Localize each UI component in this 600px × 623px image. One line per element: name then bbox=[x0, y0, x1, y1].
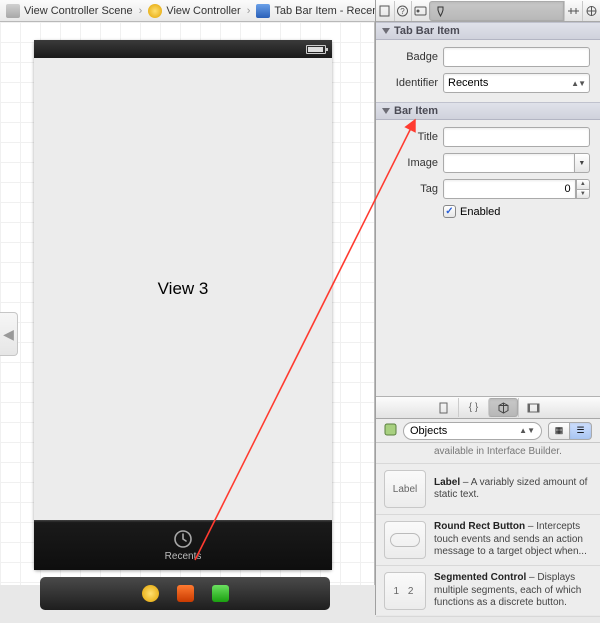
library-category-value: Objects bbox=[410, 425, 447, 437]
tab-bar-item-form: Badge Identifier Recents ▲▼ bbox=[376, 40, 600, 102]
tab-label: Recents bbox=[165, 551, 202, 562]
badge-input[interactable] bbox=[443, 47, 590, 67]
viewcontroller-dock-icon[interactable] bbox=[142, 585, 159, 602]
viewcontroller-icon bbox=[148, 4, 162, 18]
inspector-tabs: ? bbox=[376, 0, 600, 22]
exit-icon[interactable] bbox=[212, 585, 229, 602]
file-inspector-tab[interactable] bbox=[376, 1, 394, 21]
library-tabs: { } bbox=[376, 397, 600, 419]
section-tab-bar-item[interactable]: Tab Bar Item bbox=[376, 22, 600, 40]
breadcrumb-item[interactable]: Tab Bar Item - Recents bbox=[254, 3, 389, 19]
image-label: Image bbox=[386, 157, 438, 169]
size-inspector-tab[interactable] bbox=[564, 1, 582, 21]
library-category-select[interactable]: Objects ▲▼ bbox=[403, 422, 542, 440]
library-item-text: Label – A variably sized amount of stati… bbox=[434, 477, 592, 502]
tab-bar[interactable]: Recents bbox=[34, 520, 332, 570]
disclosure-triangle-icon bbox=[382, 28, 390, 34]
library-item-label[interactable]: Label Label – A variably sized amount of… bbox=[376, 464, 600, 515]
breadcrumb-label: View Controller Scene bbox=[24, 5, 133, 17]
root-view[interactable]: View 3 bbox=[34, 58, 332, 520]
identifier-value: Recents bbox=[448, 77, 488, 89]
breadcrumb-label: View Controller bbox=[166, 5, 240, 17]
updown-icon: ▲▼ bbox=[519, 426, 535, 435]
step-up[interactable]: ▲ bbox=[576, 179, 590, 189]
section-bar-item[interactable]: Bar Item bbox=[376, 102, 600, 120]
inspector-spacer bbox=[376, 227, 600, 397]
identifier-select[interactable]: Recents ▲▼ bbox=[443, 73, 590, 93]
first-responder-icon[interactable] bbox=[177, 585, 194, 602]
library-item-text: Round Rect Button – Intercepts touch eve… bbox=[434, 521, 592, 559]
image-input[interactable] bbox=[443, 153, 575, 173]
enabled-label: Enabled bbox=[460, 206, 500, 218]
object-library-tab[interactable] bbox=[488, 398, 518, 417]
badge-label: Badge bbox=[386, 51, 438, 63]
scene-dock bbox=[40, 577, 330, 610]
media-library-tab[interactable] bbox=[518, 398, 548, 417]
scene-icon bbox=[6, 4, 20, 18]
grid-view-button[interactable]: ▦ bbox=[548, 422, 570, 440]
chevron-right-icon: › bbox=[139, 5, 143, 17]
recents-icon bbox=[173, 529, 193, 549]
view-label: View 3 bbox=[158, 279, 209, 299]
tag-stepper[interactable]: ▲▼ bbox=[443, 179, 590, 199]
updown-icon: ▲▼ bbox=[571, 79, 585, 88]
library-category-icon bbox=[384, 423, 397, 439]
breadcrumb-bar: View Controller Scene › View Controller … bbox=[0, 0, 375, 22]
file-template-library-tab[interactable] bbox=[428, 398, 458, 417]
library-list[interactable]: available in Interface Builder. Label La… bbox=[376, 443, 600, 623]
tabbaritem-icon bbox=[256, 4, 270, 18]
button-thumb-icon bbox=[384, 521, 426, 559]
tag-input[interactable] bbox=[443, 179, 576, 199]
design-canvas[interactable]: ◀ View 3 Recents bbox=[0, 22, 375, 585]
section-title: Bar Item bbox=[394, 105, 438, 117]
library-header: Objects ▲▼ ▦ ☰ bbox=[376, 419, 600, 443]
help-inspector-tab[interactable]: ? bbox=[394, 1, 412, 21]
disclosure-triangle-icon bbox=[382, 108, 390, 114]
battery-icon bbox=[306, 45, 326, 54]
chevron-right-icon: › bbox=[247, 5, 251, 17]
enabled-checkbox[interactable]: ✓ bbox=[443, 205, 456, 218]
phone-preview: View 3 Recents bbox=[34, 40, 332, 570]
label-thumb-icon: Label bbox=[384, 470, 426, 508]
attributes-inspector-tab[interactable] bbox=[429, 1, 564, 21]
library-view-toggle: ▦ ☰ bbox=[548, 422, 592, 440]
breadcrumb-item[interactable]: View Controller Scene bbox=[4, 3, 135, 19]
title-input[interactable] bbox=[443, 127, 590, 147]
library-item-text: Segmented Control – Displays multiple se… bbox=[434, 572, 592, 610]
identifier-label: Identifier bbox=[386, 77, 438, 89]
library-item-button[interactable]: Round Rect Button – Intercepts touch eve… bbox=[376, 515, 600, 566]
image-combo[interactable]: ▼ bbox=[443, 153, 590, 173]
tag-label: Tag bbox=[386, 183, 438, 195]
canvas-back-button[interactable]: ◀ bbox=[0, 312, 18, 356]
identity-inspector-tab[interactable] bbox=[411, 1, 429, 21]
combo-dropdown-button[interactable]: ▼ bbox=[575, 153, 590, 173]
bar-item-form: Title Image ▼ Tag ▲▼ ✓ Enabled bbox=[376, 120, 600, 227]
breadcrumb-label: Tab Bar Item - Recents bbox=[274, 5, 387, 17]
library-item-partial: available in Interface Builder. bbox=[376, 443, 600, 464]
connections-inspector-tab[interactable] bbox=[582, 1, 600, 21]
library-item-desc: available in Interface Builder. bbox=[434, 446, 562, 457]
list-view-button[interactable]: ☰ bbox=[570, 422, 592, 440]
step-down[interactable]: ▼ bbox=[576, 189, 590, 200]
inspector-panel: ? Tab Bar Item Badge Identifier Recents … bbox=[375, 0, 600, 615]
svg-text:?: ? bbox=[401, 7, 406, 16]
statusbar bbox=[34, 40, 332, 58]
segmented-thumb-icon: 1 2 bbox=[384, 572, 426, 610]
section-title: Tab Bar Item bbox=[394, 25, 460, 37]
title-label: Title bbox=[386, 131, 438, 143]
breadcrumb-item[interactable]: View Controller bbox=[146, 3, 242, 19]
code-snippet-library-tab[interactable]: { } bbox=[458, 398, 488, 417]
library-item-segmented[interactable]: 1 2 Segmented Control – Displays multipl… bbox=[376, 566, 600, 617]
